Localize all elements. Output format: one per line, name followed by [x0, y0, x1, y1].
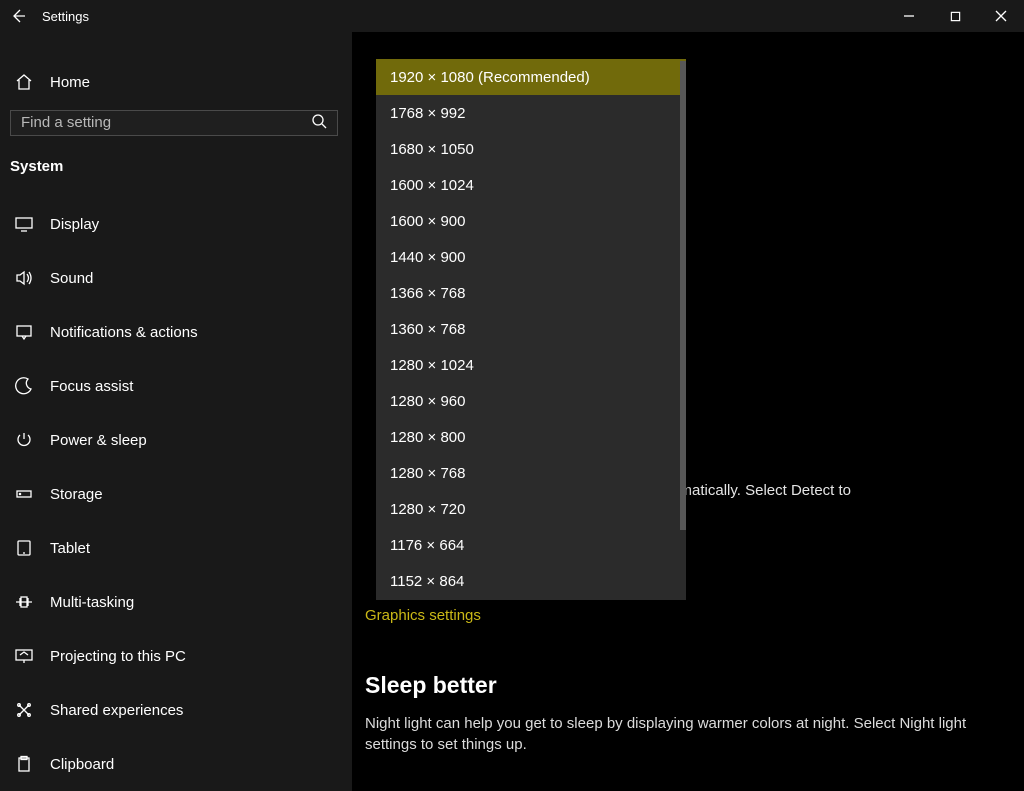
nav-item-sound[interactable]: Sound: [0, 251, 352, 305]
nav-item-label: Notifications & actions: [50, 324, 198, 341]
nav-item-multitask[interactable]: Multi-tasking: [0, 575, 352, 629]
sleep-heading: Sleep better: [365, 672, 985, 699]
close-icon: [995, 10, 1007, 22]
search-placeholder: Find a setting: [21, 114, 311, 131]
resolution-option[interactable]: 1280 × 768: [376, 455, 686, 491]
resolution-option[interactable]: 1280 × 960: [376, 383, 686, 419]
sleep-body: Night light can help you get to sleep by…: [365, 713, 985, 755]
nav-item-clipboard[interactable]: Clipboard: [0, 737, 352, 791]
sound-icon: [14, 268, 34, 288]
storage-icon: [14, 484, 34, 504]
maximize-icon: [950, 11, 961, 22]
resolution-option[interactable]: 1600 × 900: [376, 203, 686, 239]
resolution-option[interactable]: 1600 × 1024: [376, 167, 686, 203]
nav-item-label: Multi-tasking: [50, 594, 134, 611]
nav-item-tablet[interactable]: Tablet: [0, 521, 352, 575]
nav-item-notifications[interactable]: Notifications & actions: [0, 305, 352, 359]
nav-item-label: Focus assist: [50, 378, 133, 395]
nav-item-display[interactable]: Display: [0, 197, 352, 251]
resolution-dropdown[interactable]: 1920 × 1080 (Recommended)1768 × 9921680 …: [376, 59, 686, 600]
nav-home-label: Home: [50, 74, 90, 91]
nav-section-title: System: [0, 146, 352, 181]
window-title: Settings: [36, 9, 89, 24]
dropdown-scrollbar[interactable]: [680, 61, 686, 530]
resolution-option[interactable]: 1280 × 720: [376, 491, 686, 527]
nav-item-label: Power & sleep: [50, 432, 147, 449]
nav-item-focus[interactable]: Focus assist: [0, 359, 352, 413]
nav-item-label: Shared experiences: [50, 702, 183, 719]
titlebar: Settings: [0, 0, 1024, 32]
nav-item-label: Display: [50, 216, 99, 233]
resolution-option[interactable]: 1768 × 992: [376, 95, 686, 131]
shared-icon: [14, 700, 34, 720]
resolution-option[interactable]: 1280 × 800: [376, 419, 686, 455]
resolution-option[interactable]: 1366 × 768: [376, 275, 686, 311]
back-arrow-icon: [10, 8, 26, 24]
nav-item-label: Storage: [50, 486, 103, 503]
nav-item-label: Sound: [50, 270, 93, 287]
nav-item-label: Projecting to this PC: [50, 648, 186, 665]
focus-icon: [14, 376, 34, 396]
notifications-icon: [14, 322, 34, 342]
resolution-option[interactable]: 1680 × 1050: [376, 131, 686, 167]
maximize-button[interactable]: [932, 0, 978, 32]
tablet-icon: [14, 538, 34, 558]
display-icon: [14, 214, 34, 234]
resolution-option[interactable]: 1152 × 864: [376, 563, 686, 599]
nav-item-power[interactable]: Power & sleep: [0, 413, 352, 467]
close-button[interactable]: [978, 0, 1024, 32]
back-button[interactable]: [0, 0, 36, 32]
home-icon: [14, 72, 34, 92]
search-input[interactable]: Find a setting: [10, 110, 338, 136]
nav-item-storage[interactable]: Storage: [0, 467, 352, 521]
power-icon: [14, 430, 34, 450]
nav-item-label: Tablet: [50, 540, 90, 557]
nav-home[interactable]: Home: [0, 67, 352, 98]
minimize-button[interactable]: [886, 0, 932, 32]
nav-pane: Home Find a setting System Display Sound N…: [0, 32, 352, 791]
resolution-option[interactable]: 1440 × 900: [376, 239, 686, 275]
clipboard-icon: [14, 754, 34, 774]
minimize-icon: [903, 10, 915, 22]
nav-item-shared[interactable]: Shared experiences: [0, 683, 352, 737]
multitask-icon: [14, 592, 34, 612]
nav-item-project[interactable]: Projecting to this PC: [0, 629, 352, 683]
graphics-settings-link[interactable]: Graphics settings: [365, 607, 985, 624]
search-icon: [311, 113, 327, 133]
resolution-option[interactable]: 1280 × 1024: [376, 347, 686, 383]
resolution-option[interactable]: 1920 × 1080 (Recommended): [376, 59, 686, 95]
resolution-option[interactable]: 1360 × 768: [376, 311, 686, 347]
project-icon: [14, 646, 34, 666]
resolution-option[interactable]: 1176 × 664: [376, 527, 686, 563]
nav-item-label: Clipboard: [50, 756, 114, 773]
